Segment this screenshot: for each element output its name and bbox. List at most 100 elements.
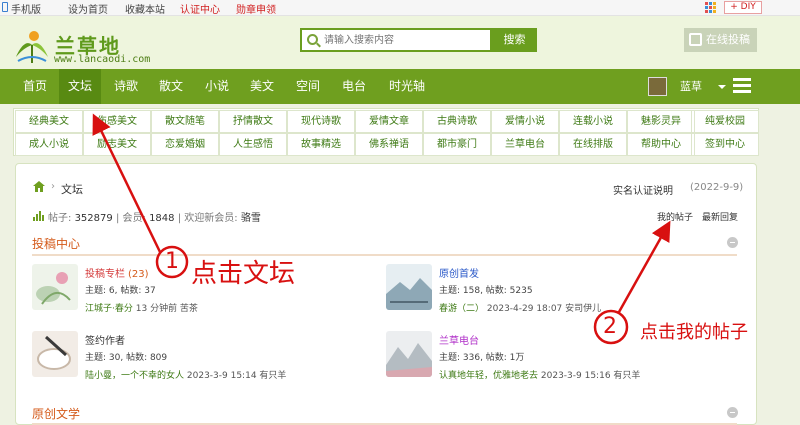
last-post-title[interactable]: 陆小曼，一个不幸的女人 <box>85 371 184 381</box>
section-divider <box>32 254 737 256</box>
bookmark-site-link[interactable]: 收藏本站 <box>125 1 165 16</box>
bar-chart-icon <box>33 211 44 221</box>
category-link[interactable]: 帮助中心 <box>627 133 695 156</box>
nav-essays[interactable]: 美文 <box>241 69 283 104</box>
breadcrumb-separator: › <box>51 181 55 192</box>
last-post-title[interactable]: 认真地年轻，优雅地老去 <box>439 371 538 381</box>
step-1-text: 点击文坛 <box>191 259 296 289</box>
category-link[interactable]: 连载小说 <box>559 110 627 133</box>
latest-replies-link[interactable]: 最新回复 <box>702 210 738 223</box>
forum-last-post: 春游（二） 2023-4-29 18:07 安司伊儿 <box>439 301 601 314</box>
last-post-title[interactable]: 江城子·春分 <box>85 304 133 314</box>
category-link[interactable]: 成人小说 <box>15 133 83 156</box>
step-1-number: 1 <box>165 249 179 274</box>
medal-apply-link[interactable]: 勋章申领 <box>236 1 276 16</box>
orchid-logo-icon[interactable] <box>12 29 52 65</box>
mobile-phone-icon <box>2 2 8 12</box>
forum-title: 原创首发 <box>439 269 479 280</box>
apps-grid-icon[interactable] <box>705 2 716 13</box>
last-post-meta: 2023-3-9 15:16 有只羊 <box>540 371 641 381</box>
category-link[interactable]: 现代诗歌 <box>287 110 355 133</box>
collapse-icon[interactable] <box>727 407 738 418</box>
collapse-icon[interactable] <box>727 237 738 248</box>
forum-stats: 帖子: 352879 | 会员: 1848 | 欢迎新会员: 骆雪 <box>48 213 261 224</box>
forum-item-signed-authors[interactable]: 签约作者 主题: 30, 帖数: 809 陆小曼，一个不幸的女人 2023-3-… <box>32 331 362 381</box>
forum-title: 签约作者 <box>85 336 125 347</box>
logo-url: www.lancaodi.com <box>54 54 151 65</box>
posts-label: 帖子: <box>48 213 72 224</box>
forum-name[interactable]: 原创首发 <box>439 265 479 280</box>
search-button[interactable]: 搜索 <box>492 28 537 52</box>
forum-thumbnail[interactable] <box>386 264 432 310</box>
category-link[interactable]: 签到中心 <box>691 133 759 156</box>
verification-center-link[interactable]: 认证中心 <box>180 1 220 16</box>
category-link[interactable]: 人生感悟 <box>219 133 287 156</box>
category-link[interactable]: 爱情小说 <box>491 110 559 133</box>
new-member-name[interactable]: 骆雪 <box>241 213 261 224</box>
mobile-version-link[interactable]: 手机版 <box>11 1 41 16</box>
category-grid: 经典美文 伤感美文 散文随笔 抒情散文 现代诗歌 爱情文章 古典诗歌 爱情小说 连载小说 魅影灵异… <box>13 108 759 156</box>
category-link[interactable]: 古典诗歌 <box>423 110 491 133</box>
nav-poetry[interactable]: 诗歌 <box>105 69 147 104</box>
nav-timeline[interactable]: 时光轴 <box>382 69 432 104</box>
forum-stats-text: 主题: 336, 帖数: 1万 <box>439 353 525 363</box>
category-link[interactable]: 伤感美文 <box>83 110 151 133</box>
forum-stats-text: 主题: 158, 帖数: 5235 <box>439 286 533 296</box>
forum-name[interactable]: 兰草电台 <box>439 332 479 347</box>
breadcrumb-current[interactable]: 文坛 <box>61 181 83 197</box>
chevron-down-icon[interactable] <box>718 85 726 89</box>
category-link[interactable]: 抒情散文 <box>219 110 287 133</box>
nav-wentan[interactable]: 文坛 <box>59 69 101 104</box>
category-link[interactable]: 纯爱校园 <box>691 110 759 133</box>
set-homepage-link[interactable]: 设为首页 <box>68 1 108 16</box>
category-link[interactable]: 恋爱婚姻 <box>151 133 219 156</box>
forum-last-post: 陆小曼，一个不幸的女人 2023-3-9 15:14 有只羊 <box>85 368 286 381</box>
forum-name[interactable]: 签约作者 <box>85 332 125 347</box>
nav-radio[interactable]: 电台 <box>333 69 375 104</box>
forum-last-post: 认真地年轻，优雅地老去 2023-3-9 15:16 有只羊 <box>439 368 640 381</box>
forum-item-original-first[interactable]: 原创首发 主题: 158, 帖数: 5235 春游（二） 2023-4-29 1… <box>386 264 716 314</box>
category-link[interactable]: 魅影灵异 <box>627 110 695 133</box>
diy-label: DIY <box>740 2 756 12</box>
category-link[interactable]: 在线排版 <box>559 133 627 156</box>
category-link[interactable]: 都市豪门 <box>423 133 491 156</box>
category-link[interactable]: 散文随笔 <box>151 110 219 133</box>
search-input[interactable] <box>324 32 486 48</box>
category-link[interactable]: 佛系禅语 <box>355 133 423 156</box>
category-link[interactable]: 故事精选 <box>287 133 355 156</box>
verification-notice-link[interactable]: 实名认证说明 <box>613 182 673 197</box>
category-link[interactable]: 励志美文 <box>83 133 151 156</box>
home-icon[interactable] <box>33 181 45 192</box>
menu-icon[interactable] <box>733 78 751 95</box>
forum-thumbnail[interactable] <box>32 264 78 310</box>
nav-prose[interactable]: 散文 <box>150 69 192 104</box>
forum-stats-text: 主题: 6, 帖数: 37 <box>85 286 156 296</box>
forum-thumbnail[interactable] <box>386 331 432 377</box>
search-icon <box>307 34 318 45</box>
nav-novel[interactable]: 小说 <box>196 69 238 104</box>
nav-home[interactable]: 首页 <box>14 69 56 104</box>
forum-title: 投稿专栏 <box>85 269 125 280</box>
section-title-original-literature[interactable]: 原创文学 <box>32 405 80 422</box>
online-post-button[interactable]: 在线投稿 <box>684 28 757 52</box>
forum-name[interactable]: 投稿专栏 (23) <box>85 265 149 280</box>
top-bar: 手机版 设为首页 收藏本站 认证中心 勋章申领 + DIY <box>0 0 800 16</box>
posts-count: 352879 <box>74 213 113 224</box>
category-link[interactable]: 兰草电台 <box>491 133 559 156</box>
section-title-submission[interactable]: 投稿中心 <box>32 235 80 252</box>
edit-pen-icon <box>689 33 702 46</box>
forum-panel: › 文坛 实名认证说明 (2022-9-9) 帖子: 352879 | 会员: … <box>15 163 757 425</box>
username[interactable]: 蓝草 <box>680 69 702 104</box>
main-nav: 首页 文坛 诗歌 散文 小说 美文 空间 电台 时光轴 蓝草 <box>0 69 800 104</box>
members-label: 会员: <box>122 213 146 224</box>
verification-notice-date: (2022-9-9) <box>690 182 744 193</box>
forum-thumbnail[interactable] <box>32 331 78 377</box>
category-link[interactable]: 爱情文章 <box>355 110 423 133</box>
last-post-title[interactable]: 春游（二） <box>439 304 484 314</box>
user-avatar[interactable] <box>648 77 667 96</box>
category-link[interactable]: 经典美文 <box>15 110 83 133</box>
my-posts-link[interactable]: 我的帖子 <box>657 210 693 223</box>
diy-button[interactable]: + DIY <box>724 1 762 14</box>
forum-stats-text: 主题: 30, 帖数: 809 <box>85 353 168 363</box>
nav-space[interactable]: 空间 <box>287 69 329 104</box>
